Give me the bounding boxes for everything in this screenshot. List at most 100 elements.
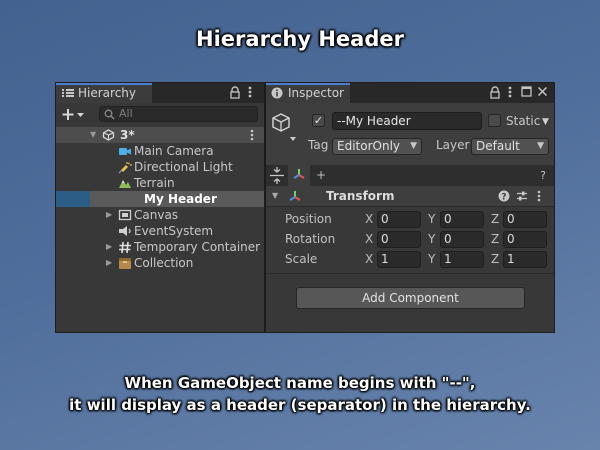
list-item-my-header[interactable]: My Header <box>56 191 264 207</box>
gameobject-icon[interactable] <box>271 112 299 142</box>
rotation-y-field[interactable]: 0 <box>440 231 484 248</box>
hierarchy-tree: ▼ 3* Main Camera Directional Light Terra… <box>56 127 264 271</box>
axis-z-label[interactable]: Z <box>491 250 499 268</box>
list-item-canvas[interactable]: ▶ Canvas <box>56 207 264 223</box>
position-x-field[interactable]: 0 <box>377 211 421 228</box>
add-component-button[interactable]: Add Component <box>296 287 525 309</box>
axis-x-label[interactable]: X <box>365 250 373 268</box>
expand-arrow-icon[interactable]: ▶ <box>106 239 112 255</box>
search-icon <box>104 109 115 120</box>
search-placeholder: All <box>119 107 133 120</box>
active-checkbox[interactable]: ✓ <box>312 114 325 127</box>
lock-icon[interactable] <box>230 86 240 100</box>
list-item-temporary-container[interactable]: ▶ Temporary Container <box>56 239 264 255</box>
static-label: Static <box>506 114 541 128</box>
hierarchy-toolbar: All <box>56 103 264 128</box>
terrain-icon <box>118 177 131 189</box>
object-name-field[interactable]: --My Header <box>332 112 482 130</box>
position-y-field[interactable]: 0 <box>440 211 484 228</box>
axis-x-label[interactable]: X <box>365 230 373 248</box>
expand-arrow-icon[interactable]: ▶ <box>106 207 112 223</box>
transform-tool-icon[interactable] <box>288 165 310 186</box>
scene-row[interactable]: ▼ 3* <box>56 127 264 143</box>
axis-y-label[interactable]: Y <box>428 250 435 268</box>
svg-text:?: ? <box>501 193 506 203</box>
caption: When GameObject name begins with "--", i… <box>0 372 600 416</box>
create-button[interactable] <box>62 106 88 123</box>
more-options-icon[interactable] <box>248 85 252 99</box>
lock-icon[interactable] <box>490 86 500 100</box>
transform-header[interactable]: ▼ Transform ? <box>266 186 554 207</box>
list-item-label: Directional Light <box>134 160 233 174</box>
rotation-x-field[interactable]: 0 <box>377 231 421 248</box>
tag-label: Tag <box>308 138 329 152</box>
list-item-terrain[interactable]: Terrain <box>56 175 264 191</box>
static-checkbox[interactable] <box>488 114 501 127</box>
tab-inspector-label: Inspector <box>288 86 344 100</box>
list-item-label: Temporary Container <box>134 240 261 254</box>
rotation-row: Rotation X 0 Y 0 Z 0 <box>266 230 554 248</box>
presets-icon[interactable] <box>516 190 528 202</box>
close-icon[interactable] <box>537 86 548 100</box>
help-button[interactable]: ? <box>532 165 554 186</box>
divider <box>266 273 554 274</box>
editor-window: Hierarchy All ▼ 3* Main Camera Direction… <box>55 82 555 333</box>
light-icon <box>118 161 132 174</box>
layer-dropdown[interactable]: Default ▼ <box>471 138 549 155</box>
tab-hierarchy-label: Hierarchy <box>78 86 137 100</box>
list-icon <box>61 87 75 99</box>
rotation-z-field[interactable]: 0 <box>503 231 547 248</box>
collapse-arrow-icon[interactable]: ▼ <box>272 186 278 206</box>
tab-hierarchy[interactable]: Hierarchy <box>56 83 152 103</box>
position-row: Position X 0 Y 0 Z 0 <box>266 210 554 228</box>
list-item-event-system[interactable]: EventSystem <box>56 223 264 239</box>
maximize-icon[interactable] <box>521 86 532 100</box>
expand-arrow-icon[interactable]: ▶ <box>106 255 112 271</box>
scale-x-field[interactable]: 1 <box>377 251 421 268</box>
collapse-all-icon[interactable] <box>266 165 288 186</box>
list-item-collection[interactable]: ▶ Collection <box>56 255 264 271</box>
component-toolbar: + ? <box>266 165 554 187</box>
axis-y-label[interactable]: Y <box>428 230 435 248</box>
scale-row: Scale X 1 Y 1 Z 1 <box>266 250 554 268</box>
scale-y-field[interactable]: 1 <box>440 251 484 268</box>
list-item-main-camera[interactable]: Main Camera <box>56 143 264 159</box>
property-label: Position <box>285 212 332 226</box>
canvas-icon <box>118 209 132 221</box>
scene-name: 3* <box>120 128 135 142</box>
gameobject-header: ✓ --My Header Static ▼ Tag EditorOnly ▼ … <box>266 103 554 166</box>
property-label: Scale <box>285 252 318 266</box>
hierarchy-panel: Hierarchy All ▼ 3* Main Camera Direction… <box>56 83 264 332</box>
camera-icon <box>118 145 131 157</box>
component-menu-icon[interactable] <box>537 189 541 203</box>
axis-y-label[interactable]: Y <box>428 210 435 228</box>
tab-inspector[interactable]: Inspector <box>266 83 350 103</box>
info-icon <box>271 87 285 99</box>
tag-dropdown[interactable]: EditorOnly ▼ <box>332 138 422 155</box>
scene-menu-icon[interactable] <box>250 128 254 142</box>
list-item-label: EventSystem <box>134 224 214 238</box>
inspector-tabbar: Inspector <box>266 83 554 103</box>
caption-line-2: it will display as a header (separator) … <box>69 396 531 414</box>
list-item-label: Canvas <box>134 208 179 222</box>
chevron-down-icon: ▼ <box>537 141 544 151</box>
expand-arrow-icon[interactable]: ▼ <box>90 127 96 143</box>
static-dropdown-icon[interactable]: ▼ <box>542 117 549 127</box>
axis-z-label[interactable]: Z <box>491 230 499 248</box>
caption-line-1: When GameObject name begins with "--", <box>124 374 476 392</box>
more-options-icon[interactable] <box>508 85 512 99</box>
axis-x-label[interactable]: X <box>365 210 373 228</box>
layer-value: Default <box>476 139 520 153</box>
list-item-directional-light[interactable]: Directional Light <box>56 159 264 175</box>
position-z-field[interactable]: 0 <box>503 211 547 228</box>
transform-title: Transform <box>326 189 395 203</box>
property-label: Rotation <box>285 232 336 246</box>
search-input[interactable]: All <box>99 106 258 122</box>
box-icon <box>118 257 131 269</box>
scale-z-field[interactable]: 1 <box>503 251 547 268</box>
add-tab-button[interactable]: + <box>310 165 332 186</box>
layer-label: Layer <box>436 138 470 152</box>
event-system-icon <box>118 225 131 237</box>
help-icon[interactable]: ? <box>498 190 510 202</box>
axis-z-label[interactable]: Z <box>491 210 499 228</box>
